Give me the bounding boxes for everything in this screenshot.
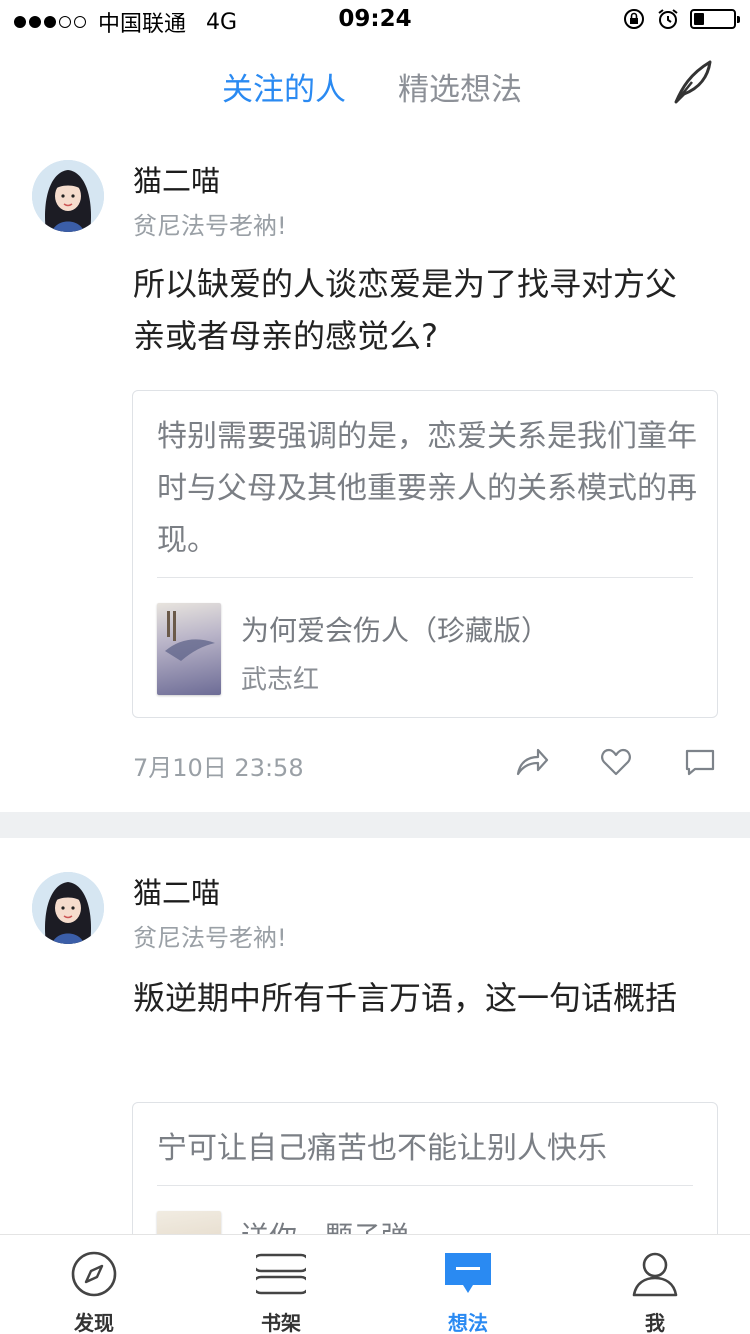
book-author: 武志红: [241, 665, 320, 695]
bottom-navigation: 发现 书架 想法 我: [0, 1234, 750, 1334]
orientation-lock-icon: [624, 9, 644, 29]
alarm-icon: [658, 9, 678, 29]
top-bar: 关注的人 精选想法: [0, 40, 750, 130]
nav-label: 想法: [448, 1311, 488, 1334]
user-signature: 贫尼法号老衲!: [133, 212, 287, 240]
nav-bookshelf[interactable]: 书架: [187, 1235, 375, 1334]
like-icon[interactable]: [598, 744, 634, 780]
post-timestamp: 7月10日 23:58: [133, 754, 304, 782]
username[interactable]: 猫二喵: [133, 870, 220, 912]
nav-label: 我: [645, 1311, 665, 1334]
compass-icon: [71, 1251, 117, 1297]
post-content[interactable]: 所以缺爱的人谈恋爱是为了找寻对方父亲或者母亲的感觉么?: [133, 258, 703, 362]
nav-label: 书架: [261, 1311, 301, 1334]
nav-label: 发现: [74, 1311, 114, 1334]
divider: [157, 1185, 693, 1186]
avatar[interactable]: [32, 872, 104, 944]
user-signature: 贫尼法号老衲!: [133, 924, 287, 952]
quill-icon[interactable]: [670, 58, 714, 106]
username[interactable]: 猫二喵: [133, 158, 220, 200]
avatar[interactable]: [32, 160, 104, 232]
book-quote-card[interactable]: 特别需要强调的是，恋爱关系是我们童年时与父母及其他重要亲人的关系模式的再现。 为…: [132, 390, 718, 718]
quote-text: 特别需要强调的是，恋爱关系是我们童年时与父母及其他重要亲人的关系模式的再现。: [157, 419, 697, 558]
divider: [157, 577, 693, 578]
comment-icon[interactable]: [682, 744, 718, 780]
status-bar: 中国联通 4G 09:24: [0, 0, 750, 40]
share-icon[interactable]: [514, 744, 550, 780]
book-title[interactable]: 为何爱会伤人（珍藏版）: [241, 609, 549, 649]
nav-me[interactable]: 我: [561, 1235, 749, 1334]
tab-following[interactable]: 关注的人: [222, 64, 346, 109]
book-cover-image[interactable]: [157, 603, 221, 695]
tab-featured-thoughts[interactable]: 精选想法: [398, 64, 522, 109]
post-separator: [0, 812, 750, 838]
thought-bubble-icon: [445, 1253, 491, 1293]
battery-icon: [690, 9, 740, 29]
nav-thoughts[interactable]: 想法: [374, 1235, 562, 1334]
quote-text: 宁可让自己痛苦也不能让别人快乐: [157, 1131, 607, 1166]
post-content[interactable]: 叛逆期中所有千言万语，这一句话概括: [133, 972, 703, 1024]
person-icon: [632, 1252, 678, 1297]
nav-discover[interactable]: 发现: [0, 1235, 188, 1334]
bookshelf-icon: [256, 1253, 306, 1295]
